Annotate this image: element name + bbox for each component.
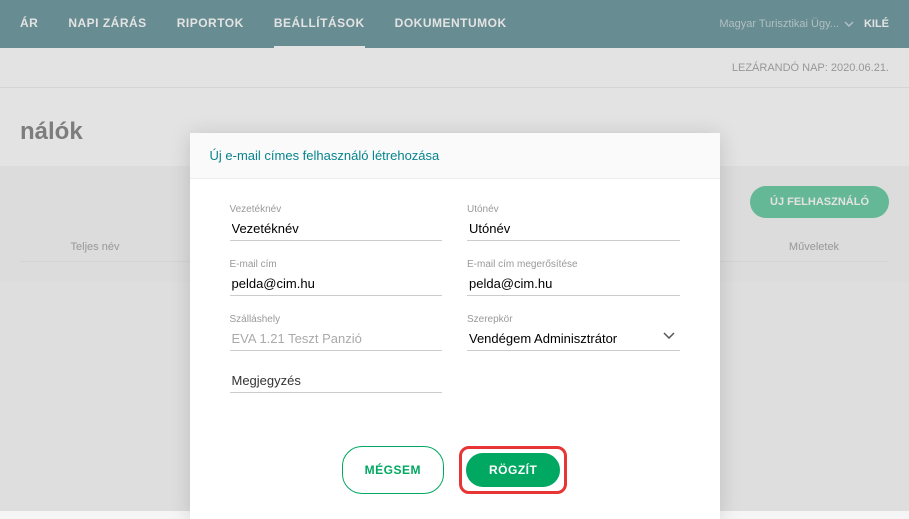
save-button[interactable]: RÖGZÍT bbox=[466, 453, 560, 487]
firstname-input[interactable] bbox=[467, 217, 680, 241]
email-confirm-label: E-mail cím megerősítése bbox=[467, 259, 680, 270]
field-note bbox=[230, 369, 443, 393]
email-label: E-mail cím bbox=[230, 259, 443, 270]
field-lastname: Vezetéknév bbox=[230, 204, 443, 241]
field-accommodation: Szálláshely bbox=[230, 314, 443, 351]
modal-title: Új e-mail címes felhasználó létrehozása bbox=[210, 148, 700, 163]
modal-footer: MÉGSEM RÖGZÍT bbox=[190, 431, 720, 519]
modal-body: Vezetéknév Utónév E-mail cím E-mail cím … bbox=[190, 179, 720, 431]
lastname-label: Vezetéknév bbox=[230, 204, 443, 215]
modal-dialog: Új e-mail címes felhasználó létrehozása … bbox=[190, 133, 720, 519]
accommodation-label: Szálláshely bbox=[230, 314, 443, 325]
modal-header: Új e-mail címes felhasználó létrehozása bbox=[190, 133, 720, 179]
field-email-confirm: E-mail cím megerősítése bbox=[467, 259, 680, 296]
role-select[interactable] bbox=[467, 327, 680, 351]
firstname-label: Utónév bbox=[467, 204, 680, 215]
role-label: Szerepkör bbox=[467, 314, 680, 325]
lastname-input[interactable] bbox=[230, 217, 443, 241]
note-input[interactable] bbox=[230, 369, 443, 393]
field-role: Szerepkör bbox=[467, 314, 680, 351]
modal-overlay: Új e-mail címes felhasználó létrehozása … bbox=[0, 0, 909, 511]
field-firstname: Utónév bbox=[467, 204, 680, 241]
save-highlight: RÖGZÍT bbox=[459, 446, 567, 494]
accommodation-input bbox=[230, 327, 443, 351]
email-confirm-input[interactable] bbox=[467, 272, 680, 296]
email-input[interactable] bbox=[230, 272, 443, 296]
cancel-button[interactable]: MÉGSEM bbox=[342, 446, 444, 494]
field-email: E-mail cím bbox=[230, 259, 443, 296]
